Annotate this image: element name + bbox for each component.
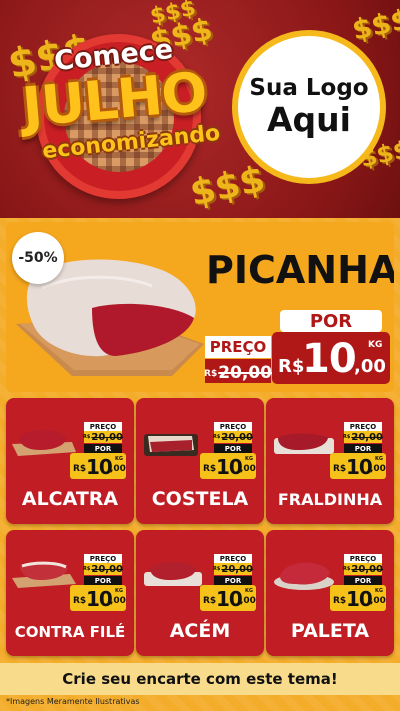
product-card: PREÇO R$ 20,00 POR R$ 10 ,00 KG CONTRA FI… — [6, 530, 134, 656]
new-price: R$ 10 ,00 KG — [200, 453, 256, 479]
por-label: POR — [344, 576, 382, 585]
price-integer: 10 — [346, 455, 373, 479]
discount-badge: -50% — [12, 232, 64, 284]
old-price-value: 20,00 — [351, 563, 383, 575]
por-label: POR — [214, 576, 252, 585]
old-price-value: 20,00 — [91, 563, 123, 575]
old-price-value: 20,00 — [221, 431, 253, 443]
price-unit: KG — [115, 456, 123, 462]
por-label: POR — [214, 444, 252, 453]
paleta-image — [274, 562, 334, 590]
product-card: PREÇO R$ 20,00 POR R$ 10 ,00 KG PALETA — [266, 530, 394, 656]
new-price: R$ 10 ,00 KG — [330, 453, 386, 479]
product-name: FRALDINHA — [277, 490, 383, 509]
disclaimer: *Imagens Meramente Ilustrativas — [6, 697, 140, 706]
old-price: R$ 20,00 — [83, 431, 123, 443]
price-currency: R$ — [203, 596, 217, 606]
alcatra-image — [12, 430, 76, 456]
product-name: ALCATRA — [21, 488, 119, 510]
preco-label: PREÇO — [344, 554, 382, 563]
price-decimal: ,00 — [370, 596, 386, 606]
old-currency: R$ — [204, 369, 218, 379]
preco-label: PREÇO — [344, 422, 382, 431]
price-integer: 10 — [302, 336, 357, 382]
new-price: R$ 10 ,00 KG — [200, 585, 256, 611]
dollar-decor: $$$ — [349, 2, 400, 47]
price-decimal: ,00 — [240, 596, 256, 606]
price-integer: 10 — [86, 587, 113, 611]
price-currency: R$ — [333, 596, 347, 606]
cta-banner[interactable]: Crie seu encarte com este tema! — [0, 663, 400, 695]
old-currency: R$ — [83, 566, 91, 572]
old-price-value: 20,00 — [91, 431, 123, 443]
old-price-value: 20,00 — [218, 363, 272, 383]
price-currency: R$ — [333, 464, 347, 474]
price-unit: KG — [375, 456, 383, 462]
product-name: CONTRA FILÉ — [14, 623, 126, 641]
new-price: R$ 10 ,00 KG — [272, 332, 390, 384]
price-decimal: ,00 — [354, 356, 386, 377]
old-price-value: 20,00 — [221, 563, 253, 575]
price-integer: 10 — [216, 587, 243, 611]
preco-label: PREÇO — [84, 554, 122, 563]
new-price: R$ 10 ,00 KG — [70, 453, 126, 479]
fraldinha-image — [274, 433, 334, 454]
old-currency: R$ — [343, 434, 351, 440]
headline-badge: Comece JULHO economizando — [6, 28, 228, 199]
product-card: PREÇO R$ 20,00 POR R$ 10 ,00 KG ACÉM — [136, 530, 264, 656]
product-card: PREÇO R$ 20,00 POR R$ 10 ,00 KG COSTELA — [136, 398, 264, 524]
price-unit: KG — [245, 588, 253, 594]
old-price: R$ 20,00 — [204, 359, 272, 383]
price-currency: R$ — [73, 464, 87, 474]
product-name: COSTELA — [151, 488, 249, 510]
preco-label: PREÇO — [84, 422, 122, 431]
old-price: R$ 20,00 — [83, 563, 123, 575]
price-currency: R$ — [73, 596, 87, 606]
old-currency: R$ — [213, 434, 221, 440]
new-price: R$ 10 ,00 KG — [330, 585, 386, 611]
logo-line-2: Aqui — [267, 99, 351, 139]
price-decimal: ,00 — [110, 596, 126, 606]
price-currency: R$ — [203, 464, 217, 474]
price-unit: KG — [245, 456, 253, 462]
product-name: ACÉM — [169, 620, 231, 642]
preco-label: PREÇO — [214, 422, 252, 431]
hero-banner: $$$ $$$ $$$ $$$ $$$ $$$ Comece JULHO eco… — [0, 0, 400, 218]
old-currency: R$ — [343, 566, 351, 572]
old-price-value: 20,00 — [351, 431, 383, 443]
price-integer: 10 — [216, 455, 243, 479]
por-label: POR — [84, 444, 122, 453]
old-currency: R$ — [83, 434, 91, 440]
price-currency: R$ — [278, 356, 305, 377]
preco-label: PREÇO — [214, 554, 252, 563]
price-unit: KG — [368, 340, 383, 350]
costela-image — [144, 434, 198, 456]
product-name: PALETA — [290, 620, 370, 642]
old-price: R$ 20,00 — [213, 563, 253, 575]
price-integer: 10 — [86, 455, 113, 479]
por-label: POR — [280, 310, 382, 332]
price-unit: KG — [375, 588, 383, 594]
old-currency: R$ — [213, 566, 221, 572]
logo-placeholder: Sua Logo Aqui — [232, 30, 386, 184]
featured-offer: -50% PICANHA POR PREÇO R$ 20,00 R$ 10 ,0… — [6, 222, 394, 392]
old-price: R$ 20,00 — [213, 431, 253, 443]
old-price: R$ 20,00 — [343, 431, 383, 443]
preco-label: PREÇO — [205, 336, 271, 358]
old-price: R$ 20,00 — [343, 563, 383, 575]
contra-file-image — [12, 561, 76, 588]
price-integer: 10 — [346, 587, 373, 611]
price-decimal: ,00 — [370, 464, 386, 474]
product-card: PREÇO R$ 20,00 POR R$ 10 ,00 KG ALCATRA — [6, 398, 134, 524]
price-unit: KG — [115, 588, 123, 594]
acem-image — [144, 562, 202, 586]
por-label: POR — [344, 444, 382, 453]
product-card: PREÇO R$ 20,00 POR R$ 10 ,00 KG FRALDINHA — [266, 398, 394, 524]
price-decimal: ,00 — [240, 464, 256, 474]
price-decimal: ,00 — [110, 464, 126, 474]
por-label: POR — [84, 576, 122, 585]
featured-name: PICANHA — [206, 248, 394, 292]
logo-line-1: Sua Logo — [249, 75, 369, 102]
new-price: R$ 10 ,00 KG — [70, 585, 126, 611]
